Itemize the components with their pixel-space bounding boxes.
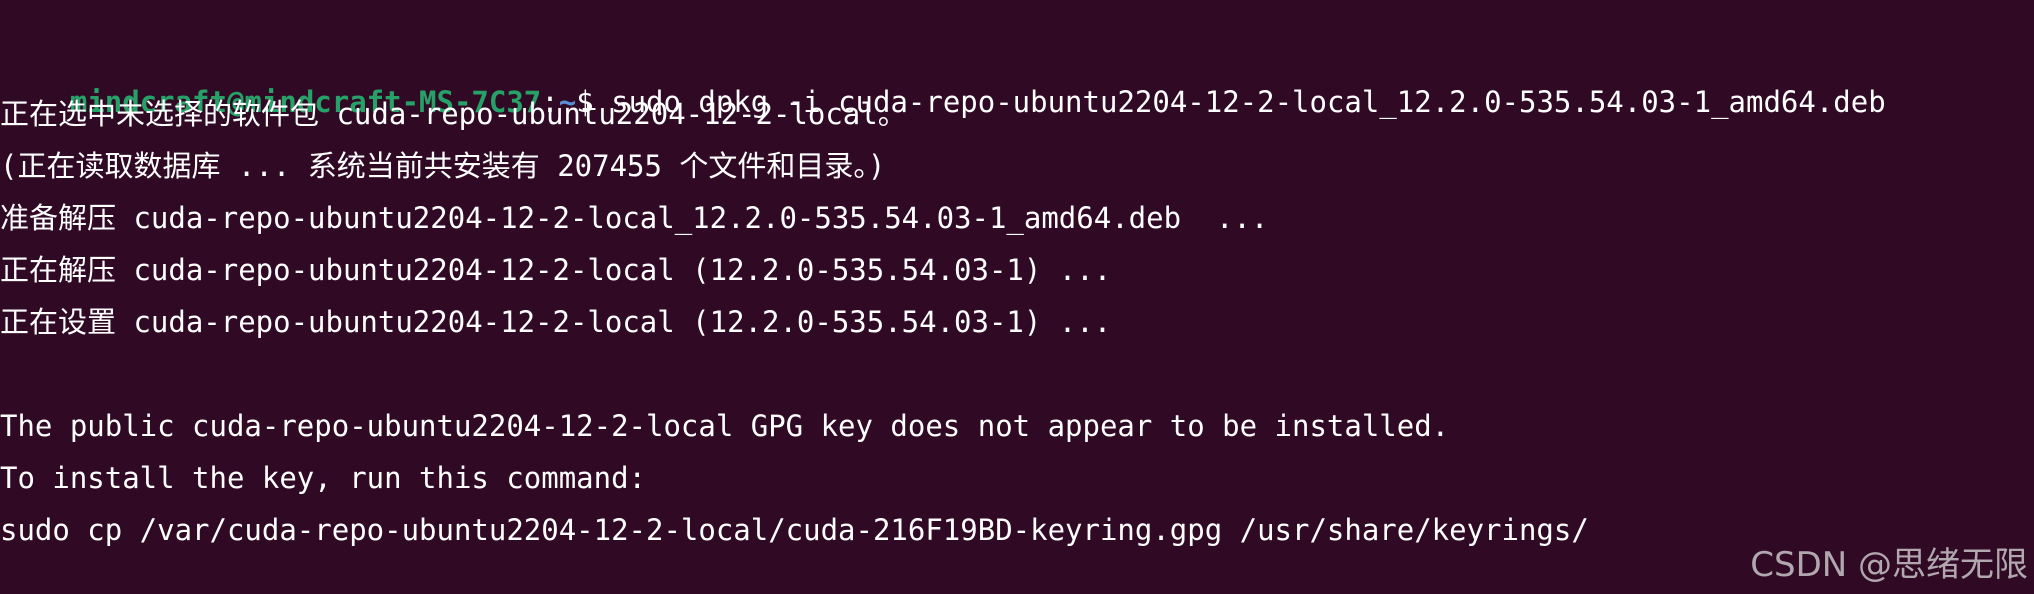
output-line: To install the key, run this command:	[0, 461, 647, 495]
output-line: 正在解压 cuda-repo-ubuntu2204-12-2-local (12…	[0, 253, 1112, 287]
terminal-window[interactable]: mindcraft@mindcraft-MS-7C37:~$ sudo dpkg…	[0, 0, 2034, 594]
csdn-watermark: CSDN @思绪无限	[1750, 545, 2028, 585]
output-line: 准备解压 cuda-repo-ubuntu2204-12-2-local_12.…	[0, 201, 1269, 235]
output-line: The public cuda-repo-ubuntu2204-12-2-loc…	[0, 409, 1450, 443]
output-line: (正在读取数据库 ... 系统当前共安装有 207455 个文件和目录。)	[0, 149, 886, 183]
output-line: 正在设置 cuda-repo-ubuntu2204-12-2-local (12…	[0, 305, 1112, 339]
command-line: mindcraft@mindcraft-MS-7C37:~$ sudo dpkg…	[0, 42, 2034, 119]
output-line: sudo cp /var/cuda-repo-ubuntu2204-12-2-l…	[0, 513, 1589, 547]
